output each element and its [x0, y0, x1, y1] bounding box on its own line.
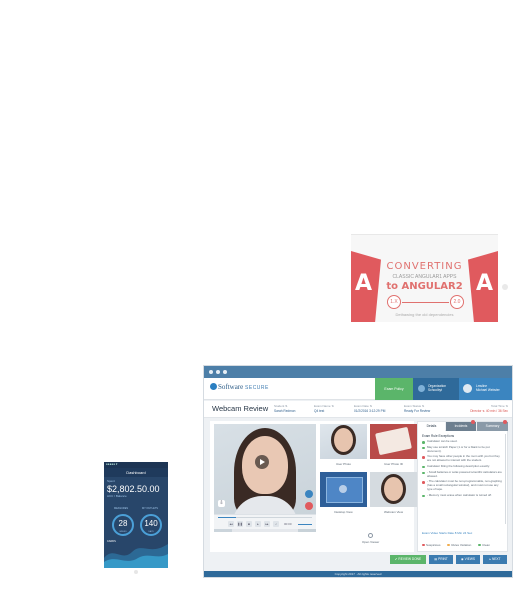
- video-time: 00:00: [284, 522, 292, 526]
- phone-carousel-dot[interactable]: [134, 570, 138, 574]
- balance-value: $2,802.50.00: [107, 484, 160, 494]
- version-from-badge: 1.X: [387, 295, 401, 309]
- promo-subtitle: CLASSIC ANGULAR1 APPS: [392, 274, 457, 280]
- rules-list: Exam Rule Exceptions Calculator can be u…: [418, 431, 507, 503]
- window-chrome: [204, 366, 512, 378]
- exam-status-field[interactable]: Exam Status ⇅ Ready For Review: [404, 404, 430, 413]
- logo-mark-icon: [210, 383, 217, 390]
- phone-header: Dashboard: [104, 468, 168, 477]
- promo-target: to ANGULAR2: [386, 281, 463, 292]
- volume-slider[interactable]: [298, 524, 312, 525]
- window-dot-icon[interactable]: [223, 370, 227, 374]
- incidents-badge: [471, 420, 475, 424]
- legend-suspicious[interactable]: Suspicious: [422, 543, 441, 547]
- stat1-label: MEASURES: [114, 507, 129, 510]
- stat1-ring: 28 WEEKS: [112, 514, 134, 536]
- page-title: Webcam Review: [212, 404, 269, 413]
- version-arrow: [402, 302, 449, 303]
- rules-heading: Exam Rule Exceptions: [422, 434, 455, 438]
- total-time-field[interactable]: Total Time ⇅ Director ⇅ 40 min / 36 Sec: [470, 404, 508, 413]
- stat2-caption: DAYS: [148, 531, 154, 533]
- promo-title: CONVERTING: [386, 261, 463, 272]
- browser-window: Software SECURE Exam Policy Organization…: [203, 365, 513, 578]
- exam-countdown: Exam Video Starts Date 8 Min 24 Sec: [422, 531, 473, 535]
- version-to-badge: 2.0: [450, 295, 464, 309]
- volume-icon[interactable]: ♪: [273, 521, 279, 527]
- review-done-button[interactable]: ✔ REVIEW DONE: [390, 555, 426, 564]
- student-field[interactable]: Student ⇅ Sarah Redmon: [274, 404, 295, 413]
- organization-selector[interactable]: Organization Schoolbyt: [413, 378, 459, 400]
- rule-item: - Memory must erase when calculator is t…: [422, 493, 503, 498]
- legend-rules-violation[interactable]: Rules Violation: [447, 543, 471, 547]
- window-dot-icon[interactable]: [209, 370, 213, 374]
- legend-clean[interactable]: Clean: [478, 543, 490, 547]
- stat1-caption: WEEKS: [119, 531, 127, 533]
- info-button[interactable]: [305, 490, 313, 498]
- forward-icon[interactable]: ▸▸: [264, 521, 270, 527]
- status-legend: Suspicious Rules Violation Clean: [422, 543, 506, 547]
- stat2-value: 140: [144, 519, 158, 528]
- promo-caption: Dethawing the old dependencies: [395, 312, 454, 317]
- exam-name-field[interactable]: Exam Name ⇅ Q4 test: [314, 404, 334, 413]
- phone-mockup: ●●●●● ▾ Dashboard Spent $2,802.50.00 ACC…: [104, 462, 168, 568]
- rule-item: Calculator can be used.: [422, 439, 503, 444]
- thumb-user-photo-id[interactable]: User Photo ID: [370, 424, 417, 469]
- thumb-webcam-view[interactable]: Webcam View: [370, 472, 417, 517]
- rule-item: You may have other people in the room wi…: [422, 455, 503, 463]
- next-button[interactable]: ▸ NEXT: [483, 555, 507, 564]
- angular-promo-card[interactable]: A A CONVERTING CLASSIC ANGULAR1 APPS to …: [351, 234, 498, 322]
- video-progress-bar[interactable]: [218, 517, 312, 518]
- rule-item: - Small batteries or solar-powered scien…: [422, 470, 503, 479]
- app-topbar: Software SECURE Exam Policy Organization…: [204, 378, 512, 400]
- viewer-icon: [368, 533, 374, 538]
- print-button[interactable]: ▤ PRINT: [429, 555, 453, 564]
- user-menu[interactable]: Lmsline Michael Webster: [459, 378, 512, 400]
- play-small-icon[interactable]: ▸: [255, 521, 261, 527]
- building-icon: [418, 385, 425, 392]
- details-panel: Details Incidents Summary Exam Rule Exce…: [417, 420, 508, 552]
- action-bar: ✔ REVIEW DONE ▤ PRINT ◉ VIEWS ▸ NEXT: [204, 554, 512, 566]
- tab-incidents[interactable]: Incidents: [446, 420, 476, 431]
- software-secure-logo[interactable]: Software SECURE: [210, 383, 269, 391]
- page-header: Webcam Review Student ⇅ Sarah Redmon Exam…: [204, 401, 512, 418]
- stat1-value: 28: [118, 519, 128, 528]
- video-controls: ◂◂ ❚❚ ■ ▸ ▸▸ ♪ 00:00: [214, 514, 316, 529]
- summary-badge: [503, 420, 507, 424]
- panel-tabs: Details Incidents Summary: [418, 420, 508, 431]
- wave-chart: [104, 544, 168, 568]
- tab-summary[interactable]: Summary: [477, 420, 508, 431]
- rewind-icon[interactable]: ◂◂: [228, 521, 234, 527]
- rule-item: - The calculator must be non-programmabl…: [422, 479, 503, 491]
- rule-item: Calculator fitting the following descrip…: [422, 464, 503, 469]
- avatar: [463, 384, 472, 393]
- exam-policy-button[interactable]: Exam Policy: [375, 378, 413, 400]
- panel-scrollbar[interactable]: [504, 434, 506, 524]
- stat2-ring: 140 DAYS: [140, 514, 162, 536]
- views-button[interactable]: ◉ VIEWS: [456, 555, 480, 564]
- media-area: ⇩ ◂◂ ❚❚ ■ ▸ ▸▸ ♪ 00:00 User Photo User P…: [210, 421, 417, 552]
- thumb-user-photo[interactable]: User Photo: [320, 424, 367, 469]
- download-icon[interactable]: ⇩: [218, 500, 225, 507]
- tab-details[interactable]: Details: [418, 422, 445, 431]
- exam-date-field[interactable]: Exam Date ⇅ 01/2/2016 3:12:29 PM: [354, 404, 385, 413]
- balance-label: Spent: [107, 479, 115, 483]
- carousel-dot[interactable]: [502, 284, 508, 290]
- thumb-desktop-view[interactable]: Desktop View: [320, 472, 367, 517]
- stop-icon[interactable]: ■: [246, 521, 252, 527]
- balance-sub: ACC / Balance: [107, 494, 127, 498]
- window-dot-icon[interactable]: [216, 370, 220, 374]
- app-footer: Copyright 2017 · All rights reserved: [204, 571, 512, 577]
- flag-button[interactable]: [305, 502, 313, 510]
- play-icon[interactable]: [255, 455, 269, 469]
- open-viewer-button[interactable]: Open Viewer: [362, 533, 379, 544]
- pause-icon[interactable]: ❚❚: [237, 521, 243, 527]
- rule-item: May use scratch Paper (1 or for a blank …: [422, 445, 503, 454]
- stat2-label: MY OUTLETS: [142, 507, 158, 510]
